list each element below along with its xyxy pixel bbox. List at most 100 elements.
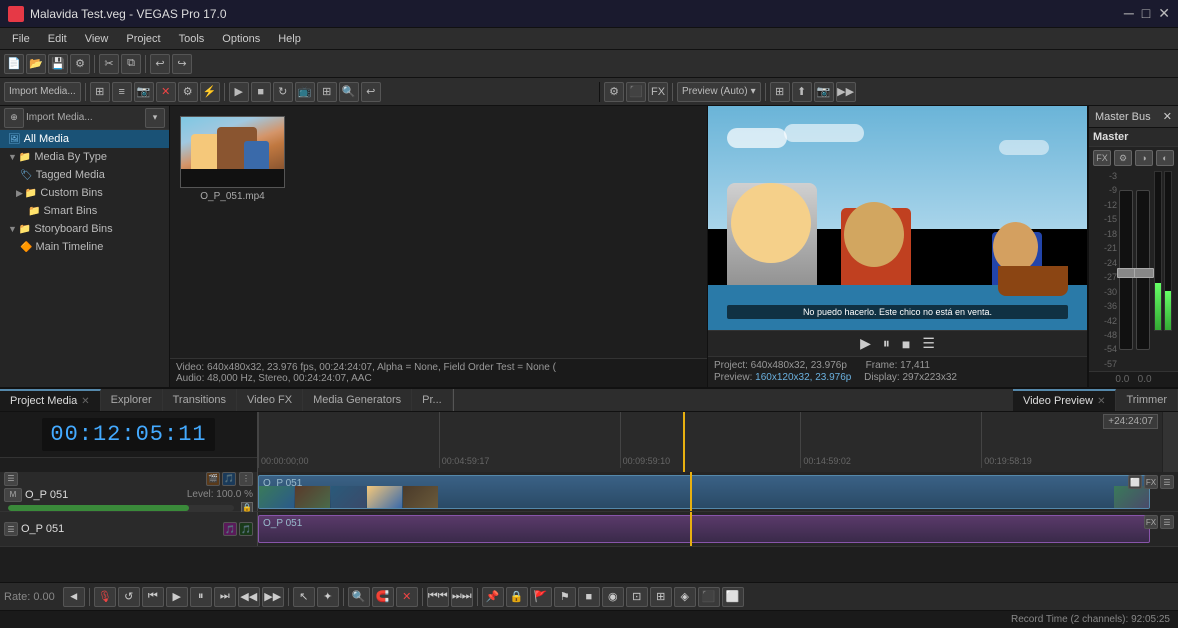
- video-track-content[interactable]: O_P 051 ⬜ FX ☰: [258, 472, 1178, 511]
- view-btn-1[interactable]: ⊞: [90, 82, 110, 102]
- view-btn-2[interactable]: ≡: [112, 82, 132, 102]
- ff-btn[interactable]: ⏭⏭: [451, 587, 473, 607]
- fader-track-r[interactable]: [1136, 190, 1150, 350]
- transport-pause-btn[interactable]: ⏸: [190, 587, 212, 607]
- tree-tagged-media[interactable]: 🏷 Tagged Media: [0, 166, 169, 184]
- track-collapse-btn[interactable]: ☰: [4, 472, 18, 486]
- audio-clip-1[interactable]: O_P 051: [258, 515, 1150, 543]
- misc-btn-9[interactable]: ◈: [674, 587, 696, 607]
- zoom-btn[interactable]: 🔍: [339, 82, 359, 102]
- menu-tools[interactable]: Tools: [171, 31, 213, 47]
- import-media-btn[interactable]: Import Media...: [4, 82, 81, 102]
- tree-media-by-type[interactable]: ▼ 📁 Media By Type: [0, 148, 169, 166]
- tab-video-preview-close[interactable]: ✕: [1097, 396, 1105, 407]
- close-button[interactable]: ✕: [1158, 5, 1170, 22]
- misc-btn-11[interactable]: ⬜: [722, 587, 744, 607]
- tree-all-media[interactable]: 🖼 All Media: [0, 130, 169, 148]
- menu-help[interactable]: Help: [270, 31, 309, 47]
- track-icon-2[interactable]: 🎵: [222, 472, 236, 486]
- preview-pause-button[interactable]: ⏸: [883, 335, 890, 352]
- timeline-ruler-area[interactable]: +24:24:07 00:00:00;00 00:04:59:17 00:09:…: [258, 412, 1162, 472]
- track-mute-btn[interactable]: M: [4, 488, 22, 502]
- stop-btn[interactable]: ■: [251, 82, 271, 102]
- maximize-button[interactable]: □: [1142, 5, 1150, 22]
- track-icon-1[interactable]: 🎬: [206, 472, 220, 486]
- fx-icon-1[interactable]: FX: [1093, 150, 1111, 166]
- transport-play-btn[interactable]: ▶: [166, 587, 188, 607]
- misc-btn-4[interactable]: ⚑: [554, 587, 576, 607]
- misc-btn-8[interactable]: ⊞: [650, 587, 672, 607]
- undo-button[interactable]: ↩: [150, 54, 170, 74]
- misc-btn-7[interactable]: ⊡: [626, 587, 648, 607]
- preview-grid-btn[interactable]: ⊞: [770, 82, 790, 102]
- envelope-tool-btn[interactable]: ✦: [317, 587, 339, 607]
- cut-button[interactable]: ✂: [99, 54, 119, 74]
- settings-btn[interactable]: ⚙: [178, 82, 198, 102]
- tab-pr[interactable]: Pr...: [412, 389, 453, 411]
- menu-view[interactable]: View: [77, 31, 117, 47]
- preview-fx-btn[interactable]: FX: [648, 82, 668, 102]
- menu-edit[interactable]: Edit: [40, 31, 75, 47]
- tab-project-media-close[interactable]: ✕: [81, 396, 89, 407]
- transport-go-start-btn[interactable]: ⏮: [142, 587, 164, 607]
- copy-button[interactable]: ⧉: [121, 54, 141, 74]
- tree-custom-bins[interactable]: ▶ 📁 Custom Bins: [0, 184, 169, 202]
- video-clip-1[interactable]: O_P 051: [258, 475, 1150, 509]
- properties-button[interactable]: ⚙: [70, 54, 90, 74]
- mixer-close-btn[interactable]: ✕: [1163, 110, 1172, 123]
- preview-menu-button[interactable]: ☰: [922, 335, 935, 352]
- audio-menu-icon[interactable]: ☰: [1160, 515, 1174, 529]
- audio-collapse-btn[interactable]: ☰: [4, 522, 18, 536]
- preview-mode-dropdown[interactable]: Preview (Auto) ▾: [677, 82, 761, 102]
- transport-go-end-btn[interactable]: ⏭: [214, 587, 236, 607]
- transport-record-btn[interactable]: 🎙: [94, 587, 116, 607]
- preview-play-button[interactable]: ▶: [860, 335, 871, 352]
- track-more-btn[interactable]: ⋮: [239, 472, 253, 486]
- misc-btn-5[interactable]: ■: [578, 587, 600, 607]
- tab-trimmer[interactable]: Trimmer: [1116, 389, 1178, 411]
- transport-frame-fwd-btn[interactable]: ▶▶: [262, 587, 284, 607]
- new-button[interactable]: 📄: [4, 54, 24, 74]
- preview-settings-btn[interactable]: ⚙: [604, 82, 624, 102]
- redo-button[interactable]: ↪: [172, 54, 192, 74]
- tree-storyboard-bins[interactable]: ▼ 📁 Storyboard Bins: [0, 220, 169, 238]
- media-item-o-p-051[interactable]: O_P_051.mp4: [180, 116, 285, 202]
- track-menu-icon[interactable]: ☰: [1160, 475, 1174, 489]
- fader-handle-r[interactable]: [1134, 268, 1154, 278]
- tab-video-preview[interactable]: Video Preview ✕: [1013, 389, 1117, 411]
- cursor-tool-btn[interactable]: ↖: [293, 587, 315, 607]
- audio-track-content[interactable]: O_P 051 FX ☰: [258, 512, 1178, 546]
- menu-options[interactable]: Options: [214, 31, 268, 47]
- media-down-arrow[interactable]: ▾: [145, 108, 165, 128]
- misc-btn-1[interactable]: 📌: [482, 587, 504, 607]
- device-btn[interactable]: 📺: [295, 82, 315, 102]
- audio-icon-1[interactable]: 🎵: [223, 522, 237, 536]
- scroll-left-btn[interactable]: ◀: [63, 587, 85, 607]
- zoom-out-btn[interactable]: ↩: [361, 82, 381, 102]
- transport-loop-btn[interactable]: ↺: [118, 587, 140, 607]
- capture-btn[interactable]: 📷: [134, 82, 154, 102]
- auto-btn[interactable]: ⚡: [200, 82, 220, 102]
- misc-btn-6[interactable]: ◉: [602, 587, 624, 607]
- tab-transitions[interactable]: Transitions: [163, 389, 237, 411]
- misc-btn-3[interactable]: 🚩: [530, 587, 552, 607]
- preview-export-btn[interactable]: ⬆: [792, 82, 812, 102]
- menu-file[interactable]: File: [4, 31, 38, 47]
- timeline-scrollbar-area[interactable]: [1162, 412, 1178, 472]
- preview-split-btn[interactable]: ⬛: [626, 82, 646, 102]
- menu-project[interactable]: Project: [118, 31, 168, 47]
- misc-btn-10[interactable]: ⬛: [698, 587, 720, 607]
- tab-project-media[interactable]: Project Media ✕: [0, 389, 101, 411]
- tab-video-fx[interactable]: Video FX: [237, 389, 303, 411]
- tree-smart-bins[interactable]: 📁 Smart Bins: [0, 202, 169, 220]
- audio-icon-2[interactable]: 🎵: [239, 522, 253, 536]
- track-fx-icon[interactable]: FX: [1144, 475, 1158, 489]
- preview-snapshot-btn[interactable]: 📷: [814, 82, 834, 102]
- track-expand-icon[interactable]: ⬜: [1128, 475, 1142, 489]
- tab-explorer[interactable]: Explorer: [101, 389, 163, 411]
- fx-icon-2[interactable]: ⚙: [1114, 150, 1132, 166]
- audio-fx-icon[interactable]: FX: [1144, 515, 1158, 529]
- minimize-button[interactable]: ─: [1124, 5, 1134, 22]
- preview-more-btn[interactable]: ▶▶: [836, 82, 856, 102]
- tree-main-timeline[interactable]: 🔶 Main Timeline: [0, 238, 169, 256]
